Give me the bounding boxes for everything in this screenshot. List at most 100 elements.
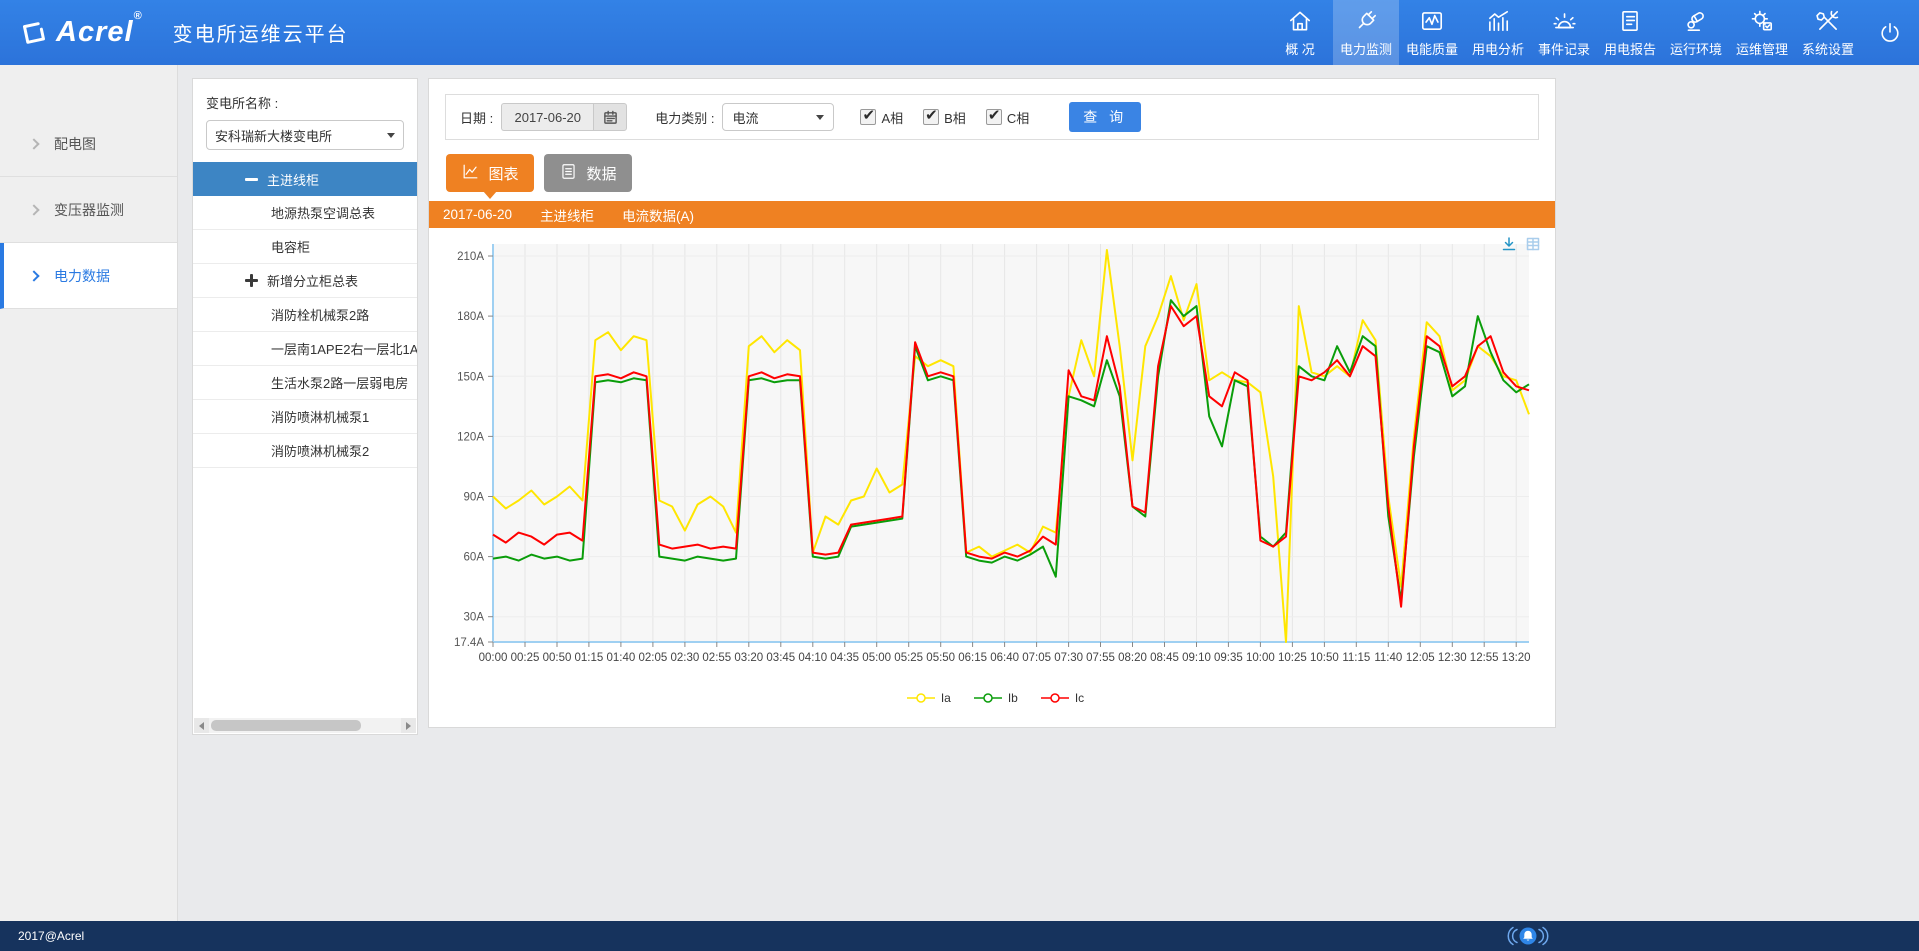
legend-label: Ic	[1075, 691, 1084, 705]
tree-node[interactable]: 电容柜	[193, 230, 417, 264]
nav-item-environment[interactable]: 运行环境	[1663, 0, 1729, 65]
sidebar-item-power-data[interactable]: 电力数据	[0, 243, 177, 309]
export-table-icon[interactable]	[1525, 236, 1541, 252]
scrollbar-track[interactable]	[209, 718, 401, 733]
legend-item-ia[interactable]: Ia	[906, 691, 951, 705]
category-value: 电流	[732, 108, 758, 127]
station-select-value: 安科瑞新大楼变电所	[215, 126, 332, 145]
checkbox-icon[interactable]	[860, 109, 876, 125]
nav-item-usage-report[interactable]: 用电报告	[1597, 0, 1663, 65]
svg-text:07:55: 07:55	[1086, 652, 1115, 664]
content-area: 变电所名称 : 安科瑞新大楼变电所 主进线柜地源热泵空调总表电容柜新增分立柜总表…	[178, 65, 1919, 921]
svg-text:120A: 120A	[457, 431, 484, 443]
chart-title-bar: 2017-06-20 主进线柜 电流数据(A)	[429, 201, 1555, 228]
date-input[interactable]: 2017-06-20	[501, 103, 593, 131]
line-chart-icon	[461, 162, 480, 185]
alarm-bell-button[interactable]	[1506, 924, 1550, 948]
tree-node[interactable]: 消防喷淋机械泵2	[193, 434, 417, 468]
power-category-select[interactable]: 电流	[722, 103, 834, 131]
collapse-icon[interactable]	[245, 173, 258, 186]
svg-text:01:40: 01:40	[607, 652, 636, 664]
tree-node-label: 消防喷淋机械泵2	[271, 441, 369, 460]
device-tree: 主进线柜地源热泵空调总表电容柜新增分立柜总表消防栓机械泵2路一层南1APE2右一…	[193, 162, 417, 468]
main-panel: 日期 : 2017-06-20 电力类别 : 电流 A相B相C相 查 询 图表数…	[428, 78, 1556, 728]
tab-chart[interactable]: 图表	[446, 154, 534, 192]
chart-toolbar	[1501, 236, 1541, 252]
phase-label: B相	[944, 108, 966, 127]
scroll-left-button[interactable]	[194, 718, 209, 733]
chart-zone: 17.4A30A60A90A120A150A180A210A00:0000:25…	[429, 228, 1555, 705]
svg-text:07:05: 07:05	[1022, 652, 1051, 664]
sidebar-item-label: 配电图	[54, 134, 96, 154]
nav-item-power-quality[interactable]: 电能质量	[1399, 0, 1465, 65]
phase-checkbox-group: A相 B相 C相	[860, 108, 1029, 127]
line-chart: 17.4A30A60A90A120A150A180A210A00:0000:25…	[435, 232, 1555, 689]
svg-text:05:00: 05:00	[862, 652, 891, 664]
nav-item-ops-manage[interactable]: 运维管理	[1729, 0, 1795, 65]
chevron-down-icon	[387, 133, 395, 138]
checkbox-icon[interactable]	[986, 109, 1002, 125]
svg-text:03:20: 03:20	[734, 652, 763, 664]
tab-data[interactable]: 数据	[544, 154, 632, 192]
nav-item-label: 电力监测	[1340, 39, 1392, 58]
power-icon	[1877, 20, 1903, 46]
svg-text:180A: 180A	[457, 311, 484, 323]
svg-text:08:45: 08:45	[1150, 652, 1179, 664]
svg-text:00:25: 00:25	[511, 652, 540, 664]
plug-icon	[1353, 8, 1379, 34]
tree-node[interactable]: 生活水泵2路一层弱电房	[193, 366, 417, 400]
expand-icon[interactable]	[245, 274, 258, 287]
registered-mark: ®	[134, 10, 143, 22]
sidebar-item-label: 电力数据	[54, 266, 110, 286]
sidebar-item-distribution-map[interactable]: 配电图	[0, 111, 177, 177]
tree-node[interactable]: 消防喷淋机械泵1	[193, 400, 417, 434]
nav-item-label: 运行环境	[1670, 39, 1722, 58]
nav-item-overview[interactable]: 概 况	[1267, 0, 1333, 65]
svg-text:09:10: 09:10	[1182, 652, 1211, 664]
body: 配电图变压器监测电力数据 变电所名称 : 安科瑞新大楼变电所 主进线柜地源热泵空…	[0, 65, 1919, 921]
analysis-icon	[1485, 8, 1511, 34]
date-label: 日期 :	[460, 108, 493, 127]
legend-item-ic[interactable]: Ic	[1040, 691, 1084, 705]
logout-power-button[interactable]	[1861, 0, 1919, 65]
svg-text:12:05: 12:05	[1406, 652, 1435, 664]
phase-checkbox-c[interactable]: C相	[986, 108, 1029, 127]
nav-item-usage-analysis[interactable]: 用电分析	[1465, 0, 1531, 65]
phase-checkbox-a[interactable]: A相	[860, 108, 903, 127]
sidebar: 配电图变压器监测电力数据	[0, 65, 178, 921]
phase-label: C相	[1007, 108, 1029, 127]
svg-text:13:20: 13:20	[1502, 652, 1531, 664]
tree-inner: 变电所名称 : 安科瑞新大楼变电所	[193, 93, 417, 150]
query-button[interactable]: 查 询	[1069, 102, 1141, 132]
tab-label: 图表	[488, 163, 518, 184]
download-icon[interactable]	[1501, 236, 1517, 252]
tree-node-label: 主进线柜	[267, 170, 319, 189]
chart-title-device: 主进线柜	[540, 205, 594, 225]
chevron-right-icon	[28, 138, 39, 149]
top-nav: 概 况电力监测电能质量用电分析事件记录用电报告运行环境运维管理系统设置	[1267, 0, 1919, 65]
svg-text:60A: 60A	[464, 552, 485, 564]
tree-node[interactable]: 消防栓机械泵2路	[193, 298, 417, 332]
calendar-button[interactable]	[593, 103, 627, 131]
scrollbar-thumb[interactable]	[211, 720, 361, 731]
tree-horizontal-scrollbar[interactable]	[194, 718, 416, 733]
tree-node[interactable]: 一层南1APE2右一层北1APE1左	[193, 332, 417, 366]
tree-node[interactable]: 新增分立柜总表	[193, 264, 417, 298]
nav-item-power-monitor[interactable]: 电力监测	[1333, 0, 1399, 65]
tree-node[interactable]: 主进线柜	[193, 162, 417, 196]
checkbox-icon[interactable]	[923, 109, 939, 125]
nav-item-settings[interactable]: 系统设置	[1795, 0, 1861, 65]
tree-node[interactable]: 地源热泵空调总表	[193, 196, 417, 230]
nav-item-label: 运维管理	[1736, 39, 1788, 58]
scroll-right-button[interactable]	[401, 718, 416, 733]
tree-node-label: 消防喷淋机械泵1	[271, 407, 369, 426]
ops-icon	[1749, 8, 1775, 34]
sidebar-item-label: 变压器监测	[54, 200, 124, 220]
legend-item-ib[interactable]: Ib	[973, 691, 1018, 705]
nav-item-event-log[interactable]: 事件记录	[1531, 0, 1597, 65]
sidebar-item-transformer[interactable]: 变压器监测	[0, 177, 177, 243]
svg-text:90A: 90A	[464, 492, 485, 504]
scroll-left-icon	[199, 722, 204, 730]
phase-checkbox-b[interactable]: B相	[923, 108, 966, 127]
station-select[interactable]: 安科瑞新大楼变电所	[206, 120, 404, 150]
